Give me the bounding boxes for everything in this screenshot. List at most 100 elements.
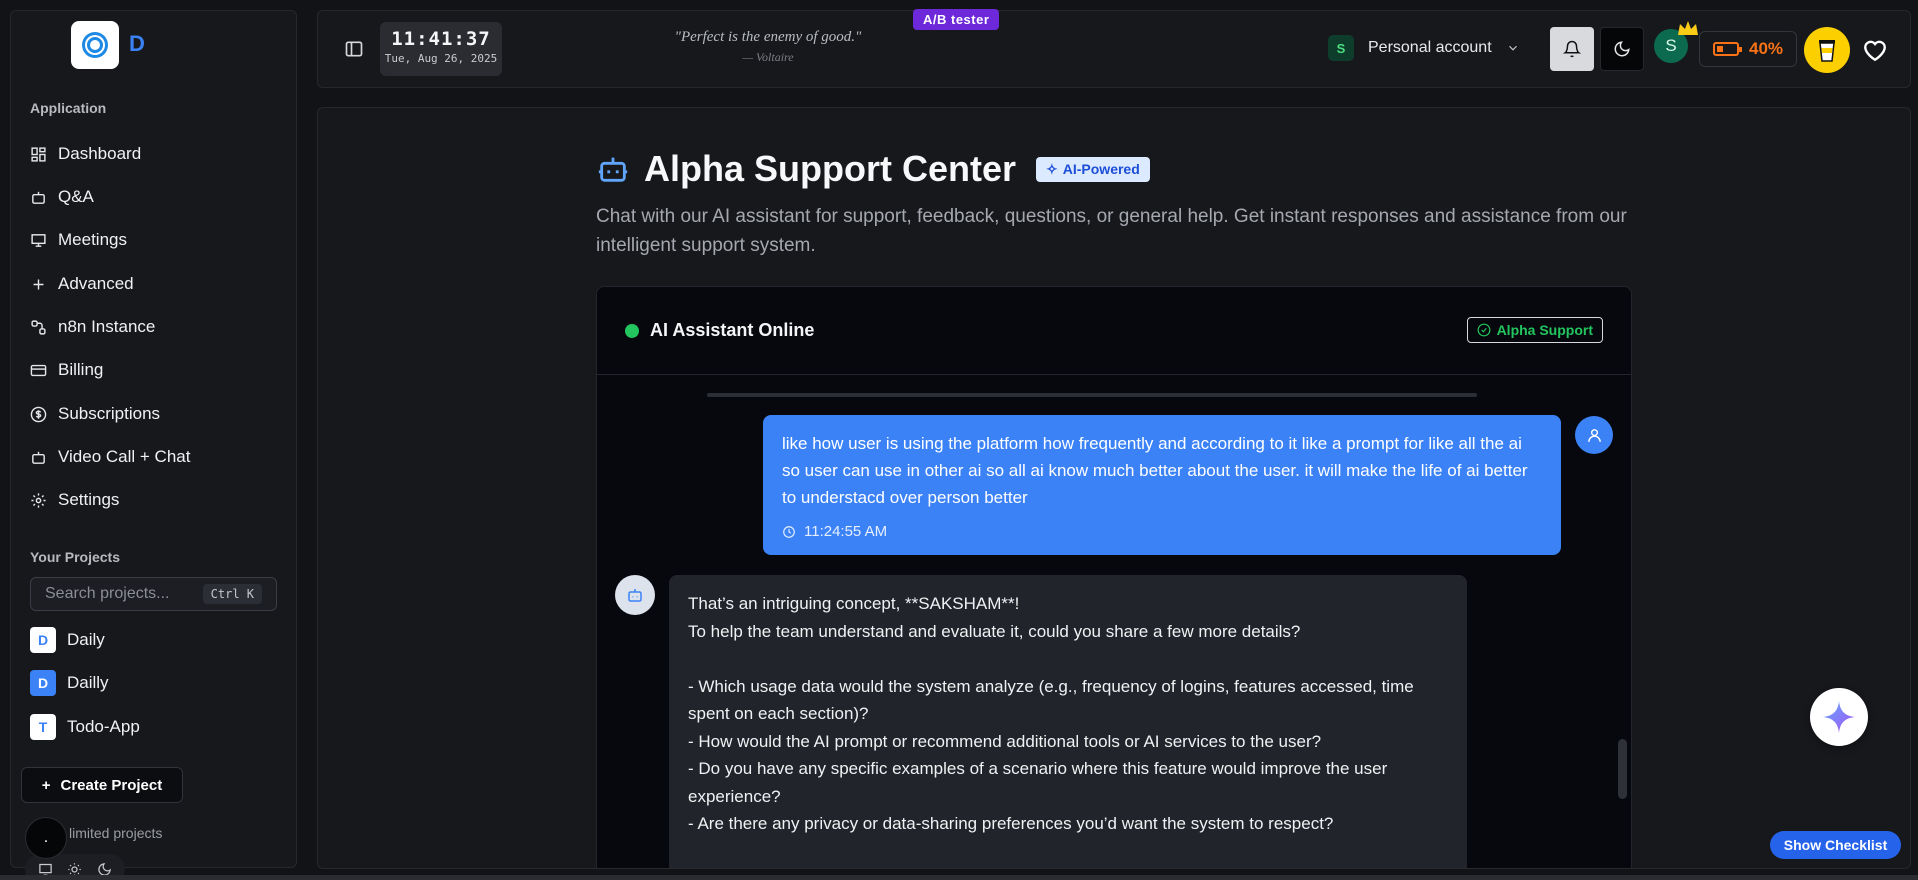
battery-icon [1712,42,1742,56]
project-letter-icon: T [30,714,56,740]
bot-avatar-icon [615,575,655,615]
toggle-sidebar-button[interactable] [344,39,364,59]
account-switcher[interactable]: S Personal account [1328,35,1520,61]
sidebar-item-label: Q&A [58,187,94,206]
assistant-status: AI Assistant Online [650,320,815,340]
create-project-label: Create Project [60,776,163,794]
user-message-text: like how user is using the platform how … [782,434,1528,507]
bot-icon [32,451,45,464]
credits-battery[interactable]: 40% [1699,31,1797,67]
page-subtitle: Chat with our AI assistant for support, … [596,206,1627,256]
account-icon: S [1328,35,1354,61]
user-icon [1587,428,1601,442]
page-header: Alpha Support Center ✧ AI-Powered [596,148,1150,190]
sidebar-item-billing[interactable]: Billing [30,355,103,385]
project-letter-icon: D [30,670,56,696]
plus-icon [33,279,44,289]
ab-tester-badge: A/B tester [913,9,1000,30]
ai-badge-label: AI-Powered [1062,161,1140,177]
user-message-bubble: like how user is using the platform how … [763,415,1561,555]
top-bar: 11:41:37 Tue, Aug 26, 2025 "Perfect is t… [317,9,1911,88]
gear-icon [31,492,46,508]
floating-dark-button[interactable]: . [25,817,67,859]
project-item-daily[interactable]: D Daily [30,627,105,653]
search-placeholder: Search projects... [45,585,170,602]
bot-icon [598,157,628,182]
chat-header: AI Assistant Online Alpha Support [597,287,1631,375]
user-avatar-icon [1575,416,1613,454]
show-checklist-button[interactable]: Show Checklist [1770,831,1901,859]
clock-widget: 11:41:37 Tue, Aug 26, 2025 [380,22,502,76]
sidebar-item-video-call-chat[interactable]: Video Call + Chat [30,442,190,472]
project-name: Dailly [67,673,109,692]
notifications-button[interactable] [1550,27,1594,71]
bottom-edge [0,875,1918,880]
online-status-dot [625,324,639,338]
main-content: Alpha Support Center ✧ AI-Powered Chat w… [317,107,1911,869]
application-section-label: Application [30,100,107,116]
project-item-todo-app[interactable]: T Todo-App [30,714,140,740]
project-letter-icon: D [30,627,56,653]
sidebar-item-label: Advanced [58,274,134,293]
quote-author: — Voltaire [742,50,794,64]
dollar-circle-icon [30,406,47,422]
credit-card-icon [30,364,47,376]
alpha-support-badge: Alpha Support [1466,317,1603,343]
chat-panel: AI Assistant Online Alpha Support like h… [596,286,1632,868]
bot-message-bubble: That’s an intriguing concept, **SAKSHAM*… [669,575,1467,868]
create-project-button[interactable]: + Create Project [21,767,183,803]
clock-icon [783,525,795,538]
logo-letter: D [129,31,145,56]
ai-powered-badge: ✧ AI-Powered [1036,156,1150,182]
sidebar-item-label: Dashboard [58,144,142,163]
timestamp: 11:24:55 AM [804,523,888,540]
ai-assistant-fab[interactable] [1810,688,1868,746]
clock-date: Tue, Aug 26, 2025 [384,52,498,65]
sidebar-toggle-icon [345,41,363,57]
sidebar-item-label: Settings [58,490,120,509]
sidebar-item-dashboard[interactable]: Dashboard [30,139,141,169]
alpha-badge-label: Alpha Support [1496,322,1593,338]
unlimited-projects-label: limited projects [69,825,163,841]
sidebar-item-n8n-instance[interactable]: n8n Instance [30,312,155,342]
sidebar-item-qa[interactable]: Q&A [30,182,94,212]
bot-icon [628,589,642,602]
quote-widget: "Perfect is the enemy of good." — Voltai… [608,29,928,65]
chevron-down-icon [1508,45,1517,51]
crown-icon [1678,21,1698,35]
buy-me-coffee-button[interactable] [1804,27,1850,73]
moon-icon [1614,41,1630,57]
dashboard-icon [31,146,46,162]
sidebar-item-meetings[interactable]: Meetings [30,225,127,255]
project-item-dailly[interactable]: D Dailly [30,670,109,696]
sidebar-item-label: Subscriptions [58,404,161,423]
sparkle-icon [1823,701,1855,733]
plus-icon: + [41,776,51,794]
sidebar: D Application Dashboard Q&A Meetings Adv… [10,10,297,880]
sidebar-item-subscriptions[interactable]: Subscriptions [30,399,160,429]
clock-time: 11:41:37 [391,28,491,50]
sidebar-item-label: n8n Instance [58,317,156,336]
sidebar-item-label: Video Call + Chat [58,447,191,466]
chat-scrollbar[interactable] [1618,739,1627,799]
workflow-icon [31,319,46,335]
previous-message-edge [707,393,1477,397]
favorite-button[interactable] [1862,38,1888,62]
project-name: Todo-App [67,717,140,736]
sidebar-item-settings[interactable]: Settings [30,485,119,515]
sidebar-item-label: Billing [58,360,104,379]
sidebar-item-advanced[interactable]: Advanced [30,269,134,299]
bell-icon [1563,40,1581,58]
app-logo[interactable] [71,21,119,69]
check-circle-icon [1477,323,1490,337]
logo-icon [82,32,108,58]
coffee-cup-icon [1819,40,1835,62]
dark-mode-toggle[interactable] [1600,27,1644,71]
heart-icon [1864,40,1886,62]
search-projects-input[interactable]: Search projects... Ctrl K [30,577,277,611]
sparkle-icon: ✧ [1046,160,1058,177]
projects-section-label: Your Projects [30,549,120,565]
battery-level: 40% [1748,39,1784,58]
account-label: Personal account [1368,39,1492,56]
project-name: Daily [67,630,105,649]
